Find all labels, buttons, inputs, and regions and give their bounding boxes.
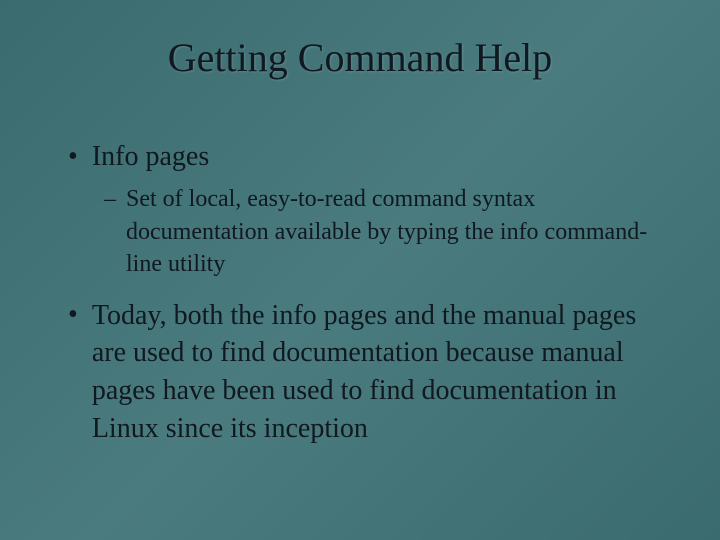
bullet-marker: •	[68, 297, 78, 333]
bullet-marker: •	[68, 139, 78, 175]
bullet-text: Today, both the info pages and the manua…	[92, 297, 670, 448]
slide-content: • Info pages – Set of local, easy-to-rea…	[50, 139, 670, 448]
bullet-item: • Info pages	[68, 139, 670, 175]
bullet-item: • Today, both the info pages and the man…	[68, 297, 670, 448]
bullet-text: Info pages	[92, 139, 209, 175]
sub-bullet-item: – Set of local, easy-to-read command syn…	[104, 183, 670, 280]
sub-bullet-text: Set of local, easy-to-read command synta…	[126, 183, 666, 280]
sub-bullet-marker: –	[104, 183, 116, 215]
slide-title: Getting Command Help	[50, 34, 670, 81]
